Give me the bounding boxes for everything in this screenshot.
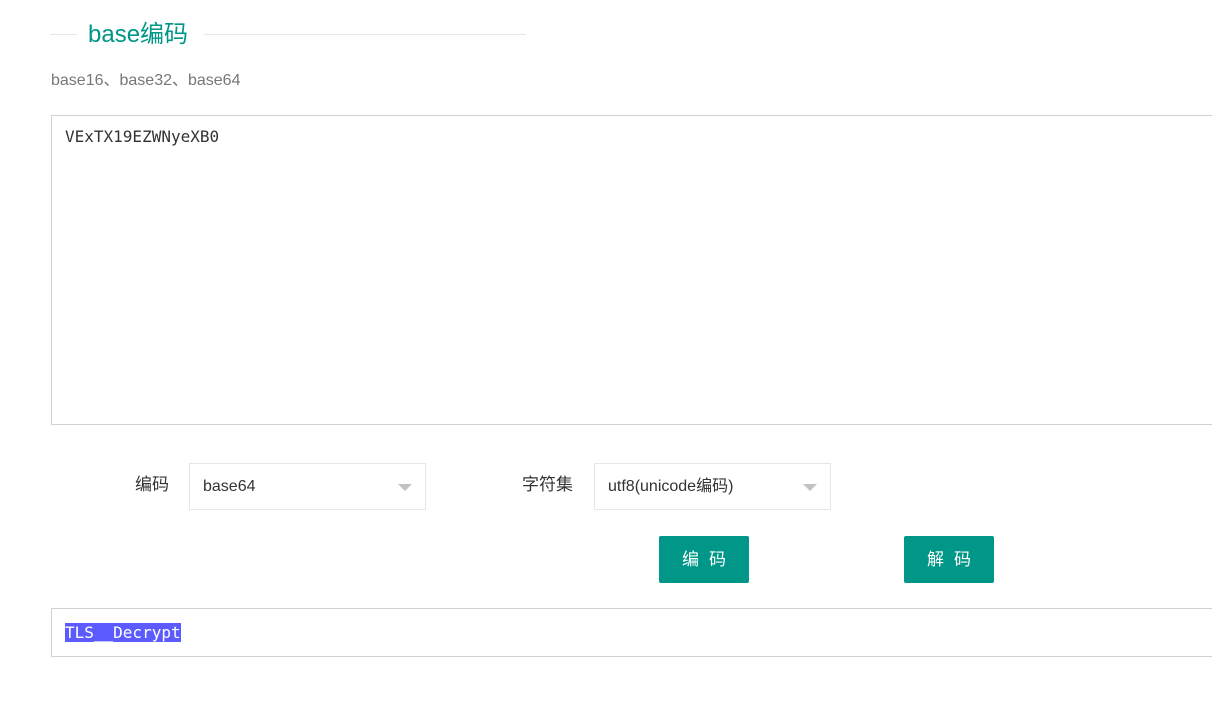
encoding-select-value: base64 (203, 478, 256, 495)
chevron-down-icon (398, 484, 412, 491)
section-header: base编码 (50, 20, 526, 50)
header-divider-left (50, 34, 77, 35)
output-field[interactable]: TLS__Decrypt (51, 608, 1212, 657)
encode-button[interactable]: 编码 (659, 536, 749, 583)
input-textarea[interactable]: VExTX19EZWNyeXB0 (51, 115, 1212, 425)
charset-select-value: utf8(unicode编码) (608, 478, 734, 495)
page-subtitle: base16、base32、base64 (51, 72, 241, 89)
encoding-select[interactable]: base64 (189, 463, 426, 510)
output-value: TLS__Decrypt (65, 623, 181, 642)
charset-select[interactable]: utf8(unicode编码) (594, 463, 831, 510)
charset-label: 字符集 (522, 475, 573, 494)
header-divider-right (204, 34, 526, 35)
encoding-label: 编码 (135, 475, 169, 494)
chevron-down-icon (803, 484, 817, 491)
decode-button[interactable]: 解码 (904, 536, 994, 583)
page-title: base编码 (88, 21, 189, 48)
